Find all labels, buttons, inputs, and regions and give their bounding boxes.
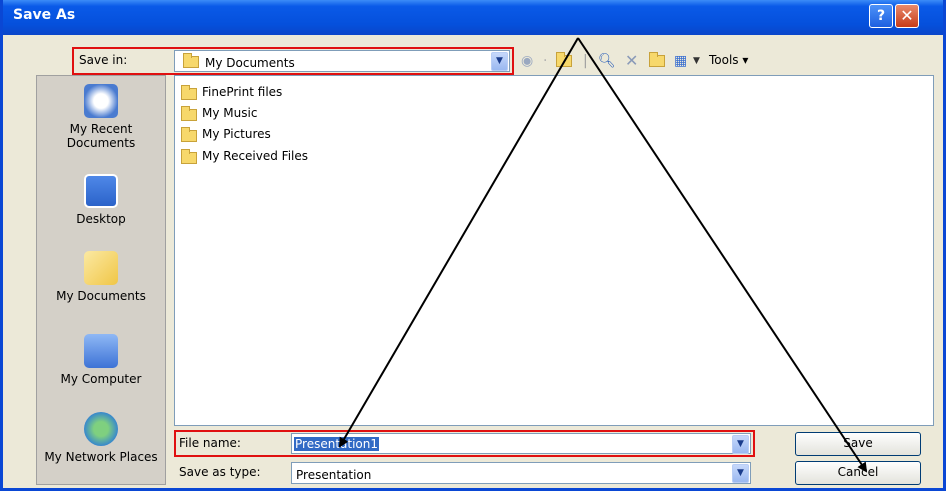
title-bar[interactable]: Save As ? ✕ — [3, 0, 943, 35]
new-folder-icon[interactable] — [649, 52, 665, 69]
network-places-icon — [84, 412, 118, 446]
chevron-down-icon[interactable]: ▼ — [491, 52, 508, 71]
file-name: My Received Files — [202, 149, 309, 163]
place-my-computer[interactable]: My Computer — [37, 334, 165, 386]
file-list[interactable]: FinePrint files My Music My Pictures My … — [174, 75, 934, 426]
file-name-value: Presentation1 — [294, 437, 379, 451]
save-button[interactable]: Save — [795, 432, 921, 456]
save-as-type-value: Presentation — [296, 468, 372, 482]
save-in-label: Save in: — [79, 53, 128, 67]
save-in-dropdown[interactable]: My Documents ▼ — [174, 50, 510, 72]
desktop-icon — [84, 174, 118, 208]
save-as-type-dropdown[interactable]: Presentation ▼ — [291, 462, 751, 484]
save-in-value: My Documents — [205, 56, 295, 70]
save-as-type-label: Save as type: — [179, 465, 261, 479]
place-label: Desktop — [76, 212, 126, 226]
cancel-button[interactable]: Cancel — [795, 461, 921, 485]
place-label: My Recent Documents — [66, 122, 136, 150]
place-label: My Network Places — [44, 450, 158, 464]
file-name: My Music — [202, 106, 258, 120]
dialog-title: Save As — [13, 7, 76, 23]
folder-icon — [181, 106, 197, 121]
folder-icon — [183, 53, 199, 68]
file-name-label: File name: — [179, 436, 241, 450]
separator: | — [583, 53, 588, 69]
place-my-documents[interactable]: My Documents — [37, 251, 165, 303]
chevron-down-icon[interactable]: ▼ — [732, 464, 749, 483]
place-my-network-places[interactable]: My Network Places — [37, 412, 165, 464]
file-name: FinePrint files — [202, 85, 283, 99]
views-icon[interactable]: ▦ — [674, 53, 687, 69]
save-as-dialog: Save As ? ✕ Save in: My Documents ▼ ◉ · … — [0, 0, 946, 491]
chevron-down-icon[interactable]: ▼ — [732, 435, 749, 454]
folder-icon — [181, 149, 197, 164]
folder-icon — [181, 127, 197, 142]
tools-menu[interactable]: Tools ▾ — [709, 53, 748, 67]
views-dropdown-icon[interactable]: ▼ — [693, 56, 700, 66]
delete-icon[interactable]: ✕ — [625, 51, 638, 70]
my-documents-icon — [84, 251, 118, 285]
search-web-icon[interactable]: 🔍︎ — [598, 53, 616, 69]
back-icon[interactable]: ◉ — [521, 53, 533, 69]
folder-icon — [181, 85, 197, 100]
back-dropdown-icon[interactable]: · — [543, 53, 547, 69]
up-folder-icon[interactable] — [556, 52, 572, 69]
file-name-input[interactable]: Presentation1 ▼ — [291, 433, 751, 454]
place-label: My Computer — [60, 372, 142, 386]
my-computer-icon — [84, 334, 118, 368]
place-desktop[interactable]: Desktop — [37, 174, 165, 226]
recent-documents-icon — [84, 84, 118, 118]
place-label: My Documents — [56, 289, 146, 303]
file-name: My Pictures — [202, 127, 271, 141]
place-my-recent-documents[interactable]: My Recent Documents — [37, 84, 165, 150]
close-button[interactable]: ✕ — [895, 4, 919, 28]
places-bar: My Recent Documents Desktop My Documents… — [36, 75, 166, 485]
help-button[interactable]: ? — [869, 4, 893, 28]
